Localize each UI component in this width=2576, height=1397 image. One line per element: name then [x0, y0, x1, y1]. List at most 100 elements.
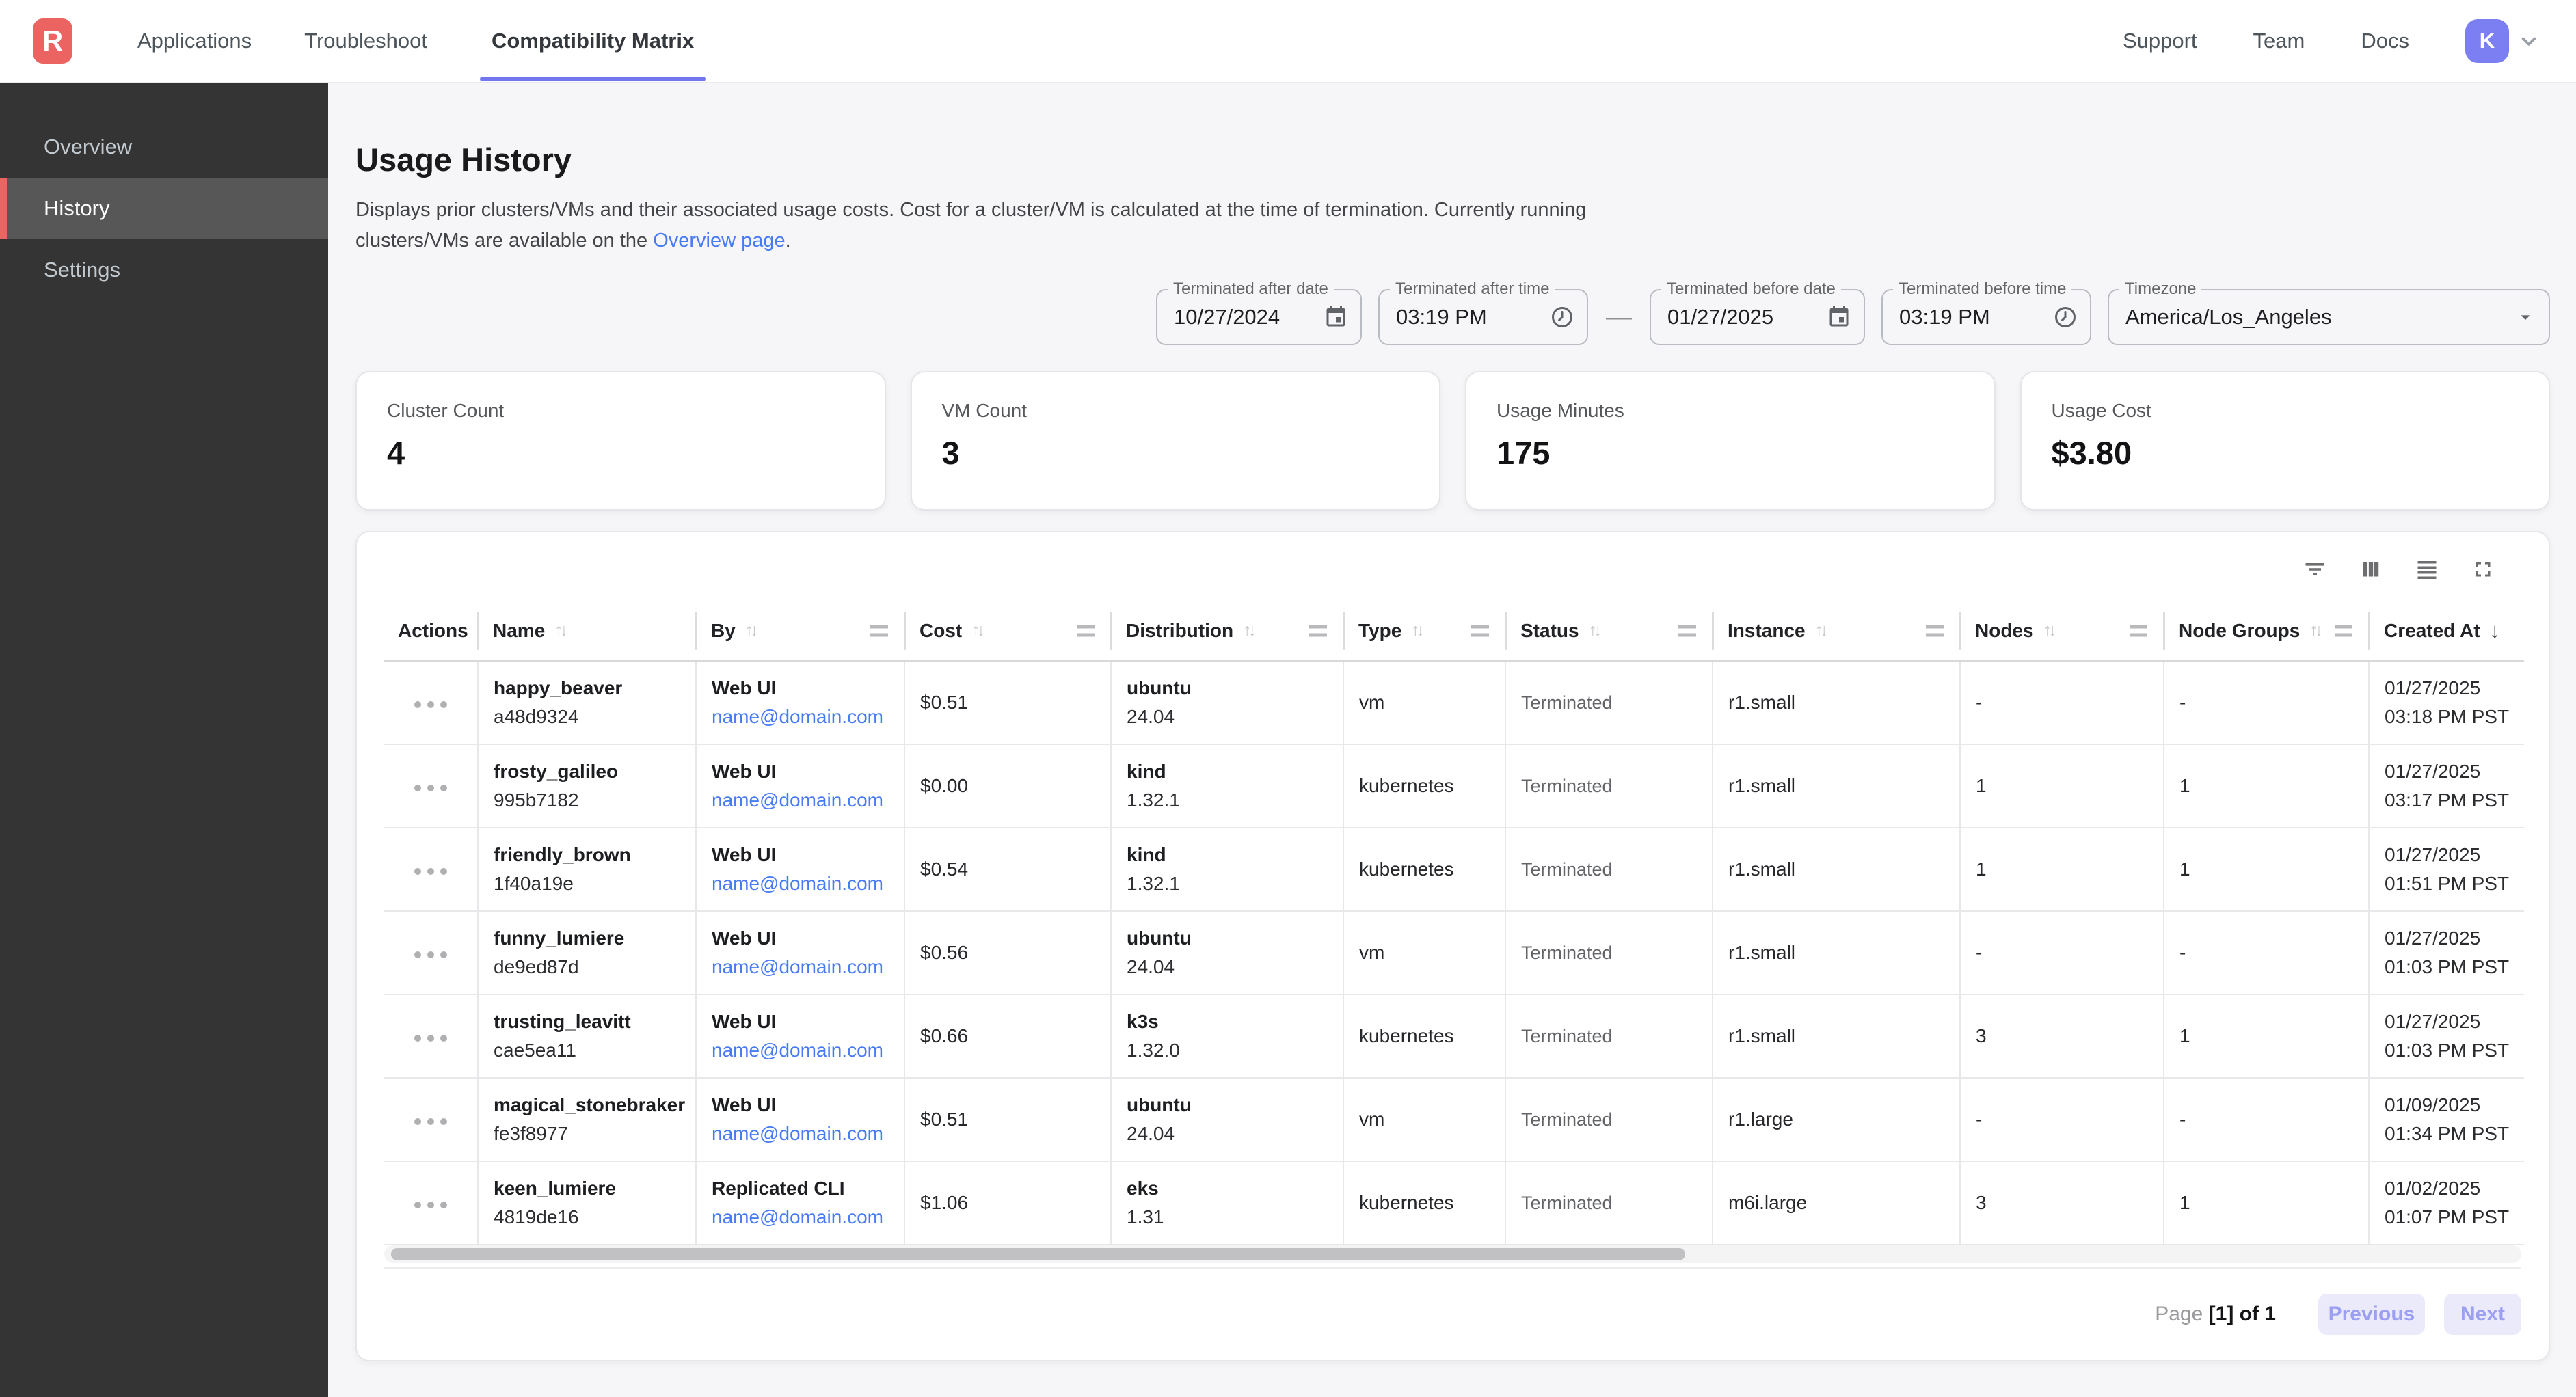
column-menu-icon[interactable]: [1077, 625, 1095, 636]
sort-icon[interactable]: ↑↓: [554, 621, 568, 640]
sort-icon[interactable]: ↑↓: [1589, 621, 1602, 640]
column-header-created-at[interactable]: Created At↓: [2369, 601, 2524, 661]
column-menu-icon[interactable]: [1926, 625, 1944, 636]
stat-value: 4: [387, 434, 855, 472]
sidebar-item-settings[interactable]: Settings: [0, 239, 328, 301]
terminated-before-date-field[interactable]: Terminated before date 01/27/2025: [1650, 289, 1865, 345]
terminated-before-date-value[interactable]: 01/27/2025: [1667, 305, 1827, 329]
clock-icon[interactable]: [2053, 305, 2078, 329]
previous-page-button[interactable]: Previous: [2318, 1294, 2425, 1335]
description-suffix: .: [786, 230, 791, 252]
avatar[interactable]: K: [2465, 19, 2509, 63]
column-header-nodes[interactable]: Nodes↑↓: [1960, 601, 2164, 661]
active-item-indicator: [0, 178, 7, 239]
table-row: magical_stonebrakerfe3f8977Web UIname@do…: [384, 1078, 2524, 1161]
fullscreen-icon[interactable]: [2469, 556, 2497, 583]
column-menu-icon[interactable]: [2130, 625, 2147, 636]
row-actions-button[interactable]: [407, 945, 454, 965]
description-line1: Displays prior clusters/VMs and their as…: [355, 199, 1586, 221]
sort-icon[interactable]: ↑↓: [971, 621, 985, 640]
sort-icon[interactable]: ↑↓: [1411, 621, 1425, 640]
cell-actions: [384, 911, 478, 994]
status-badge: Terminated: [1521, 1193, 1613, 1213]
column-menu-icon[interactable]: [1471, 625, 1489, 636]
row-actions-button[interactable]: [407, 694, 454, 715]
created-date: 01/27/2025: [2385, 677, 2510, 699]
created-by-email-link[interactable]: name@domain.com: [712, 1123, 883, 1144]
timezone-value[interactable]: America/Los_Angeles: [2125, 305, 2514, 329]
sort-icon[interactable]: ↑↓: [2309, 621, 2323, 640]
column-header-cost[interactable]: Cost↑↓: [904, 601, 1111, 661]
created-date: 01/27/2025: [2385, 844, 2510, 866]
cell-actions: [384, 1078, 478, 1161]
next-page-button[interactable]: Next: [2444, 1294, 2521, 1335]
scrollbar-thumb[interactable]: [391, 1248, 1685, 1260]
column-header-name[interactable]: Name↑↓: [478, 601, 696, 661]
column-header-by[interactable]: By↑↓: [696, 601, 904, 661]
row-actions-button[interactable]: [407, 1111, 454, 1132]
sort-desc-icon[interactable]: ↓: [2490, 619, 2501, 643]
calendar-icon[interactable]: [1324, 305, 1348, 329]
cell-distribution: ubuntu24.04: [1111, 1078, 1343, 1161]
created-by-email-link[interactable]: name@domain.com: [712, 789, 883, 811]
column-header-instance[interactable]: Instance↑↓: [1713, 601, 1960, 661]
sidebar-item-history[interactable]: History: [0, 178, 328, 239]
cluster-id: fe3f8977: [494, 1123, 682, 1145]
row-actions-button[interactable]: [407, 861, 454, 882]
column-menu-icon[interactable]: [1678, 625, 1696, 636]
timezone-select[interactable]: Timezone America/Los_Angeles: [2108, 289, 2550, 345]
tab-compatibility-matrix[interactable]: Compatibility Matrix: [480, 0, 706, 83]
terminated-after-time-value[interactable]: 03:19 PM: [1396, 305, 1550, 329]
column-menu-icon[interactable]: [1309, 625, 1327, 636]
overview-page-link[interactable]: Overview page: [653, 230, 785, 252]
terminated-before-time-value[interactable]: 03:19 PM: [1899, 305, 2053, 329]
dropdown-arrow-icon[interactable]: [2514, 306, 2536, 328]
nav-link-support[interactable]: Support: [2123, 29, 2197, 53]
created-by-email-link[interactable]: name@domain.com: [712, 706, 883, 727]
created-by-email-link[interactable]: name@domain.com: [712, 1206, 883, 1228]
column-label: Distribution: [1126, 620, 1233, 642]
sort-icon[interactable]: ↑↓: [1243, 621, 1257, 640]
cell-cost: $0.00: [904, 744, 1111, 828]
terminated-after-time-field[interactable]: Terminated after time 03:19 PM: [1378, 289, 1588, 345]
status-badge: Terminated: [1521, 1109, 1613, 1130]
cell-actions: [384, 744, 478, 828]
sidebar-item-overview[interactable]: Overview: [0, 116, 328, 178]
cell-by: Web UIname@domain.com: [696, 994, 904, 1078]
row-actions-button[interactable]: [407, 778, 454, 798]
sort-icon[interactable]: ↑↓: [1815, 621, 1829, 640]
cell-instance: r1.small: [1713, 828, 1960, 911]
created-by-email-link[interactable]: name@domain.com: [712, 873, 883, 894]
created-by-email-link[interactable]: name@domain.com: [712, 956, 883, 977]
calendar-icon[interactable]: [1827, 305, 1851, 329]
nav-link-team[interactable]: Team: [2253, 29, 2305, 53]
tab-troubleshoot[interactable]: Troubleshoot: [304, 0, 427, 83]
account-menu[interactable]: K: [2465, 19, 2540, 63]
chevron-down-icon[interactable]: [2517, 29, 2540, 53]
column-header-type[interactable]: Type↑↓: [1343, 601, 1505, 661]
horizontal-scrollbar[interactable]: [384, 1245, 2521, 1263]
tab-label: Applications: [137, 29, 252, 53]
column-header-status[interactable]: Status↑↓: [1505, 601, 1713, 661]
replicated-logo[interactable]: R: [33, 18, 72, 64]
row-actions-button[interactable]: [407, 1028, 454, 1048]
column-menu-icon[interactable]: [2335, 625, 2352, 636]
clock-icon[interactable]: [1550, 305, 1574, 329]
tab-applications[interactable]: Applications: [137, 0, 252, 83]
terminated-before-time-field[interactable]: Terminated before time 03:19 PM: [1881, 289, 2091, 345]
nav-link-docs[interactable]: Docs: [2361, 29, 2409, 53]
density-icon[interactable]: [2413, 556, 2441, 583]
cell-name: friendly_brown1f40a19e: [478, 828, 696, 911]
filter-icon[interactable]: [2301, 556, 2329, 583]
column-header-distribution[interactable]: Distribution ↑↓: [1111, 601, 1343, 661]
row-actions-button[interactable]: [407, 1195, 454, 1215]
column-header-node-groups[interactable]: Node Groups↑↓: [2164, 601, 2369, 661]
terminated-after-date-field[interactable]: Terminated after date 10/27/2024: [1156, 289, 1362, 345]
sort-icon[interactable]: ↑↓: [2043, 621, 2057, 640]
columns-icon[interactable]: [2357, 556, 2385, 583]
terminated-after-date-value[interactable]: 10/27/2024: [1174, 305, 1324, 329]
sort-icon[interactable]: ↑↓: [745, 621, 759, 640]
column-menu-icon[interactable]: [870, 625, 888, 636]
cluster-name: trusting_leavitt: [494, 1011, 682, 1033]
created-by-email-link[interactable]: name@domain.com: [712, 1040, 883, 1061]
